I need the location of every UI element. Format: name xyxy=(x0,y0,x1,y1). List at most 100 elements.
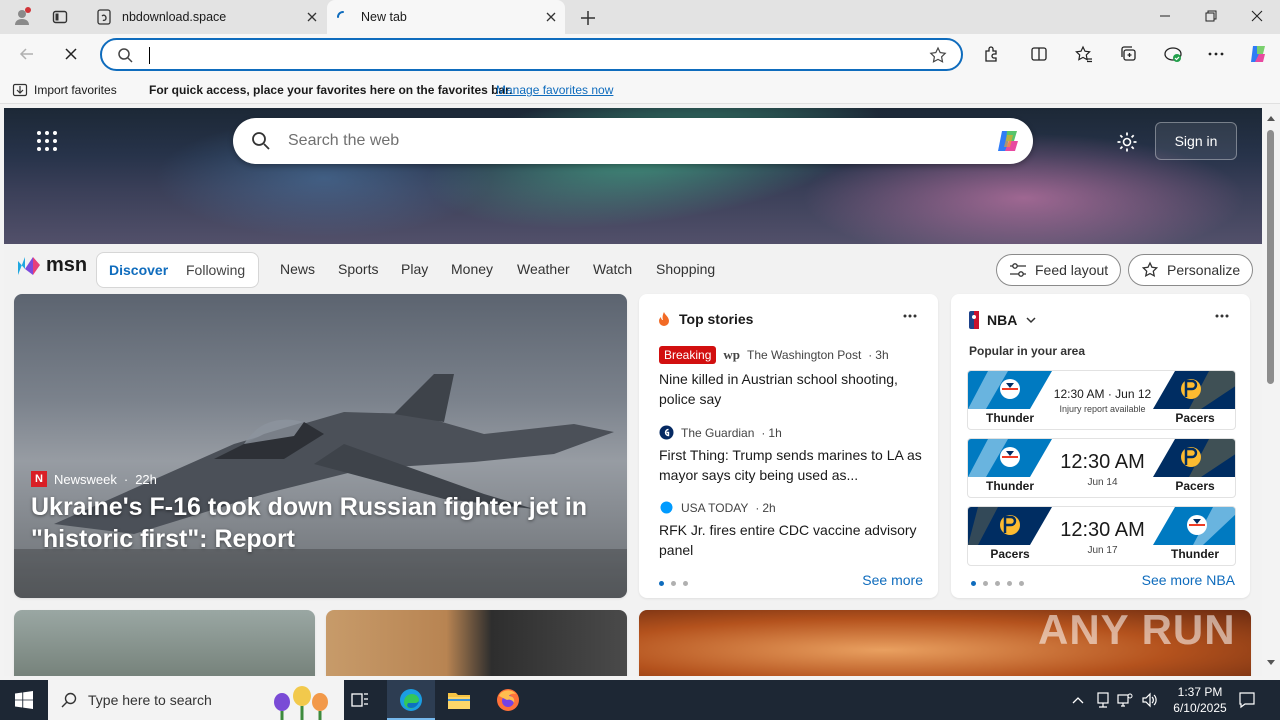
pager-dot[interactable] xyxy=(683,581,688,586)
pager-dot[interactable] xyxy=(671,581,676,586)
import-icon xyxy=(12,83,28,97)
guardian-logo-icon xyxy=(659,425,674,440)
windows-start-icon[interactable] xyxy=(15,691,33,709)
taskbar-search-box[interactable]: Type here to search xyxy=(48,680,344,720)
story-card-image[interactable] xyxy=(326,610,627,676)
tab-actions-icon[interactable] xyxy=(52,9,68,25)
favorites-hint: For quick access, place your favorites h… xyxy=(149,83,513,97)
nav-play[interactable]: Play xyxy=(401,261,428,277)
import-favorites-button[interactable]: Import favorites xyxy=(12,82,117,98)
see-more-nba-link[interactable]: See more NBA xyxy=(1142,572,1235,588)
tab-nbdownload[interactable]: nbdownload.space xyxy=(88,0,326,34)
profile-icon[interactable] xyxy=(12,7,32,27)
pager-dot-active[interactable] xyxy=(659,581,664,586)
personalize-button[interactable]: Personalize xyxy=(1128,254,1254,286)
top-stories-header: Top stories xyxy=(657,311,753,327)
nba-card: NBA Popular in your area Thunder Pacers … xyxy=(951,294,1250,598)
split-screen-icon[interactable] xyxy=(1030,45,1048,63)
pacers-logo-icon xyxy=(1153,371,1235,409)
nba-title: NBA xyxy=(987,312,1018,328)
close-tab-icon[interactable] xyxy=(304,9,320,25)
nav-sports[interactable]: Sports xyxy=(338,261,378,277)
msn-nav-row: msn Discover Following News Sports Play … xyxy=(4,244,1262,294)
network-device-icon[interactable] xyxy=(1096,692,1110,708)
pager-dot-active[interactable] xyxy=(971,581,976,586)
copilot-icon[interactable] xyxy=(1247,43,1269,65)
nav-news[interactable]: News xyxy=(280,261,315,277)
chevron-up-icon[interactable] xyxy=(1072,695,1084,705)
more-options-icon[interactable] xyxy=(1214,313,1230,319)
web-search-box[interactable]: Search the web xyxy=(233,118,1033,164)
pager-dot[interactable] xyxy=(1007,581,1012,586)
app-launcher-icon[interactable] xyxy=(36,130,58,152)
game-row[interactable]: Pacers Thunder 12:30 AM Jun 17 xyxy=(967,506,1236,566)
edge-taskbar-button[interactable] xyxy=(387,680,435,720)
favorite-star-icon[interactable] xyxy=(929,46,947,64)
copilot-icon[interactable] xyxy=(993,125,1025,157)
story-item[interactable]: The Guardian · 1h First Thing: Trump sen… xyxy=(659,425,927,485)
pager-dot[interactable] xyxy=(995,581,1000,586)
more-options-icon[interactable] xyxy=(902,313,918,319)
sliders-icon xyxy=(1010,263,1026,277)
favorites-icon[interactable] xyxy=(1075,45,1093,63)
scroll-down-arrow-icon[interactable] xyxy=(1266,659,1276,667)
game-row[interactable]: Thunder Pacers 12:30 AM Jun 14 xyxy=(967,438,1236,498)
system-clock[interactable]: 1:37 PM 6/10/2025 xyxy=(1165,684,1235,716)
windows-taskbar: Type here to search 1:37 PM 6/10/2025 xyxy=(0,680,1280,720)
story-card-image[interactable] xyxy=(14,610,315,676)
scroll-up-arrow-icon[interactable] xyxy=(1266,114,1276,122)
address-bar[interactable] xyxy=(100,38,963,71)
nav-shopping[interactable]: Shopping xyxy=(656,261,715,277)
search-icon xyxy=(61,692,77,708)
page-scrollbar[interactable] xyxy=(1262,108,1280,676)
settings-gear-icon[interactable] xyxy=(1116,131,1138,153)
file-explorer-button[interactable] xyxy=(435,680,483,720)
nav-watch[interactable]: Watch xyxy=(593,261,632,277)
team-name: Thunder xyxy=(986,479,1034,493)
sign-in-button[interactable]: Sign in xyxy=(1155,122,1237,160)
game-time: 12:30 AM · Jun 12 xyxy=(1053,387,1152,401)
back-arrow-icon[interactable] xyxy=(18,45,36,63)
network-icon[interactable] xyxy=(1117,692,1133,708)
more-options-icon[interactable] xyxy=(1207,45,1225,63)
main-story-title[interactable]: Ukraine's F-16 took down Russian fighter… xyxy=(31,491,591,555)
game-row[interactable]: Thunder Pacers 12:30 AM · Jun 12 Injury … xyxy=(967,370,1236,430)
see-more-link[interactable]: See more xyxy=(862,572,923,588)
browser-essentials-icon[interactable] xyxy=(1164,45,1182,63)
extensions-icon[interactable] xyxy=(982,45,1000,63)
close-tab-icon[interactable] xyxy=(543,9,559,25)
firefox-taskbar-button[interactable] xyxy=(484,680,532,720)
nav-money[interactable]: Money xyxy=(451,261,493,277)
volume-icon[interactable] xyxy=(1141,692,1159,708)
search-icon xyxy=(252,132,270,150)
story-item[interactable]: USA TODAY · 2h RFK Jr. fires entire CDC … xyxy=(659,500,927,560)
pacers-logo-icon xyxy=(968,507,1052,545)
msn-logo[interactable]: msn xyxy=(16,254,87,277)
tab-following[interactable]: Following xyxy=(186,262,245,278)
feed-layout-label: Feed layout xyxy=(1035,262,1109,278)
restore-icon[interactable] xyxy=(1203,8,1219,24)
loading-spinner-icon xyxy=(337,11,344,18)
separator-dot: · xyxy=(761,425,766,440)
pager-dot[interactable] xyxy=(1019,581,1024,586)
team-name: Pacers xyxy=(1175,479,1215,493)
nav-weather[interactable]: Weather xyxy=(517,261,570,277)
close-window-icon[interactable] xyxy=(1249,8,1265,24)
collections-icon[interactable] xyxy=(1120,45,1138,63)
manage-favorites-link[interactable]: Manage favorites now xyxy=(496,83,613,97)
story-source: USA TODAY xyxy=(681,500,749,515)
feed-layout-button[interactable]: Feed layout xyxy=(996,254,1122,286)
tab-new-tab[interactable]: New tab xyxy=(327,0,565,34)
scrollbar-thumb[interactable] xyxy=(1267,130,1274,384)
main-story-card[interactable]: N Newsweek · 22h Ukraine's F-16 took dow… xyxy=(14,294,627,598)
minimize-icon[interactable] xyxy=(1157,8,1173,24)
notification-center-icon[interactable] xyxy=(1238,691,1256,709)
nba-header[interactable]: NBA xyxy=(969,311,1037,329)
story-item[interactable]: Breaking wp The Washington Post · 3h Nin… xyxy=(659,346,927,409)
pager-dot[interactable] xyxy=(983,581,988,586)
story-source: The Guardian xyxy=(681,425,755,440)
new-tab-plus-icon[interactable] xyxy=(578,8,598,28)
task-view-button[interactable] xyxy=(336,680,384,720)
stop-loading-icon[interactable] xyxy=(62,45,80,63)
tab-discover[interactable]: Discover xyxy=(109,262,168,278)
